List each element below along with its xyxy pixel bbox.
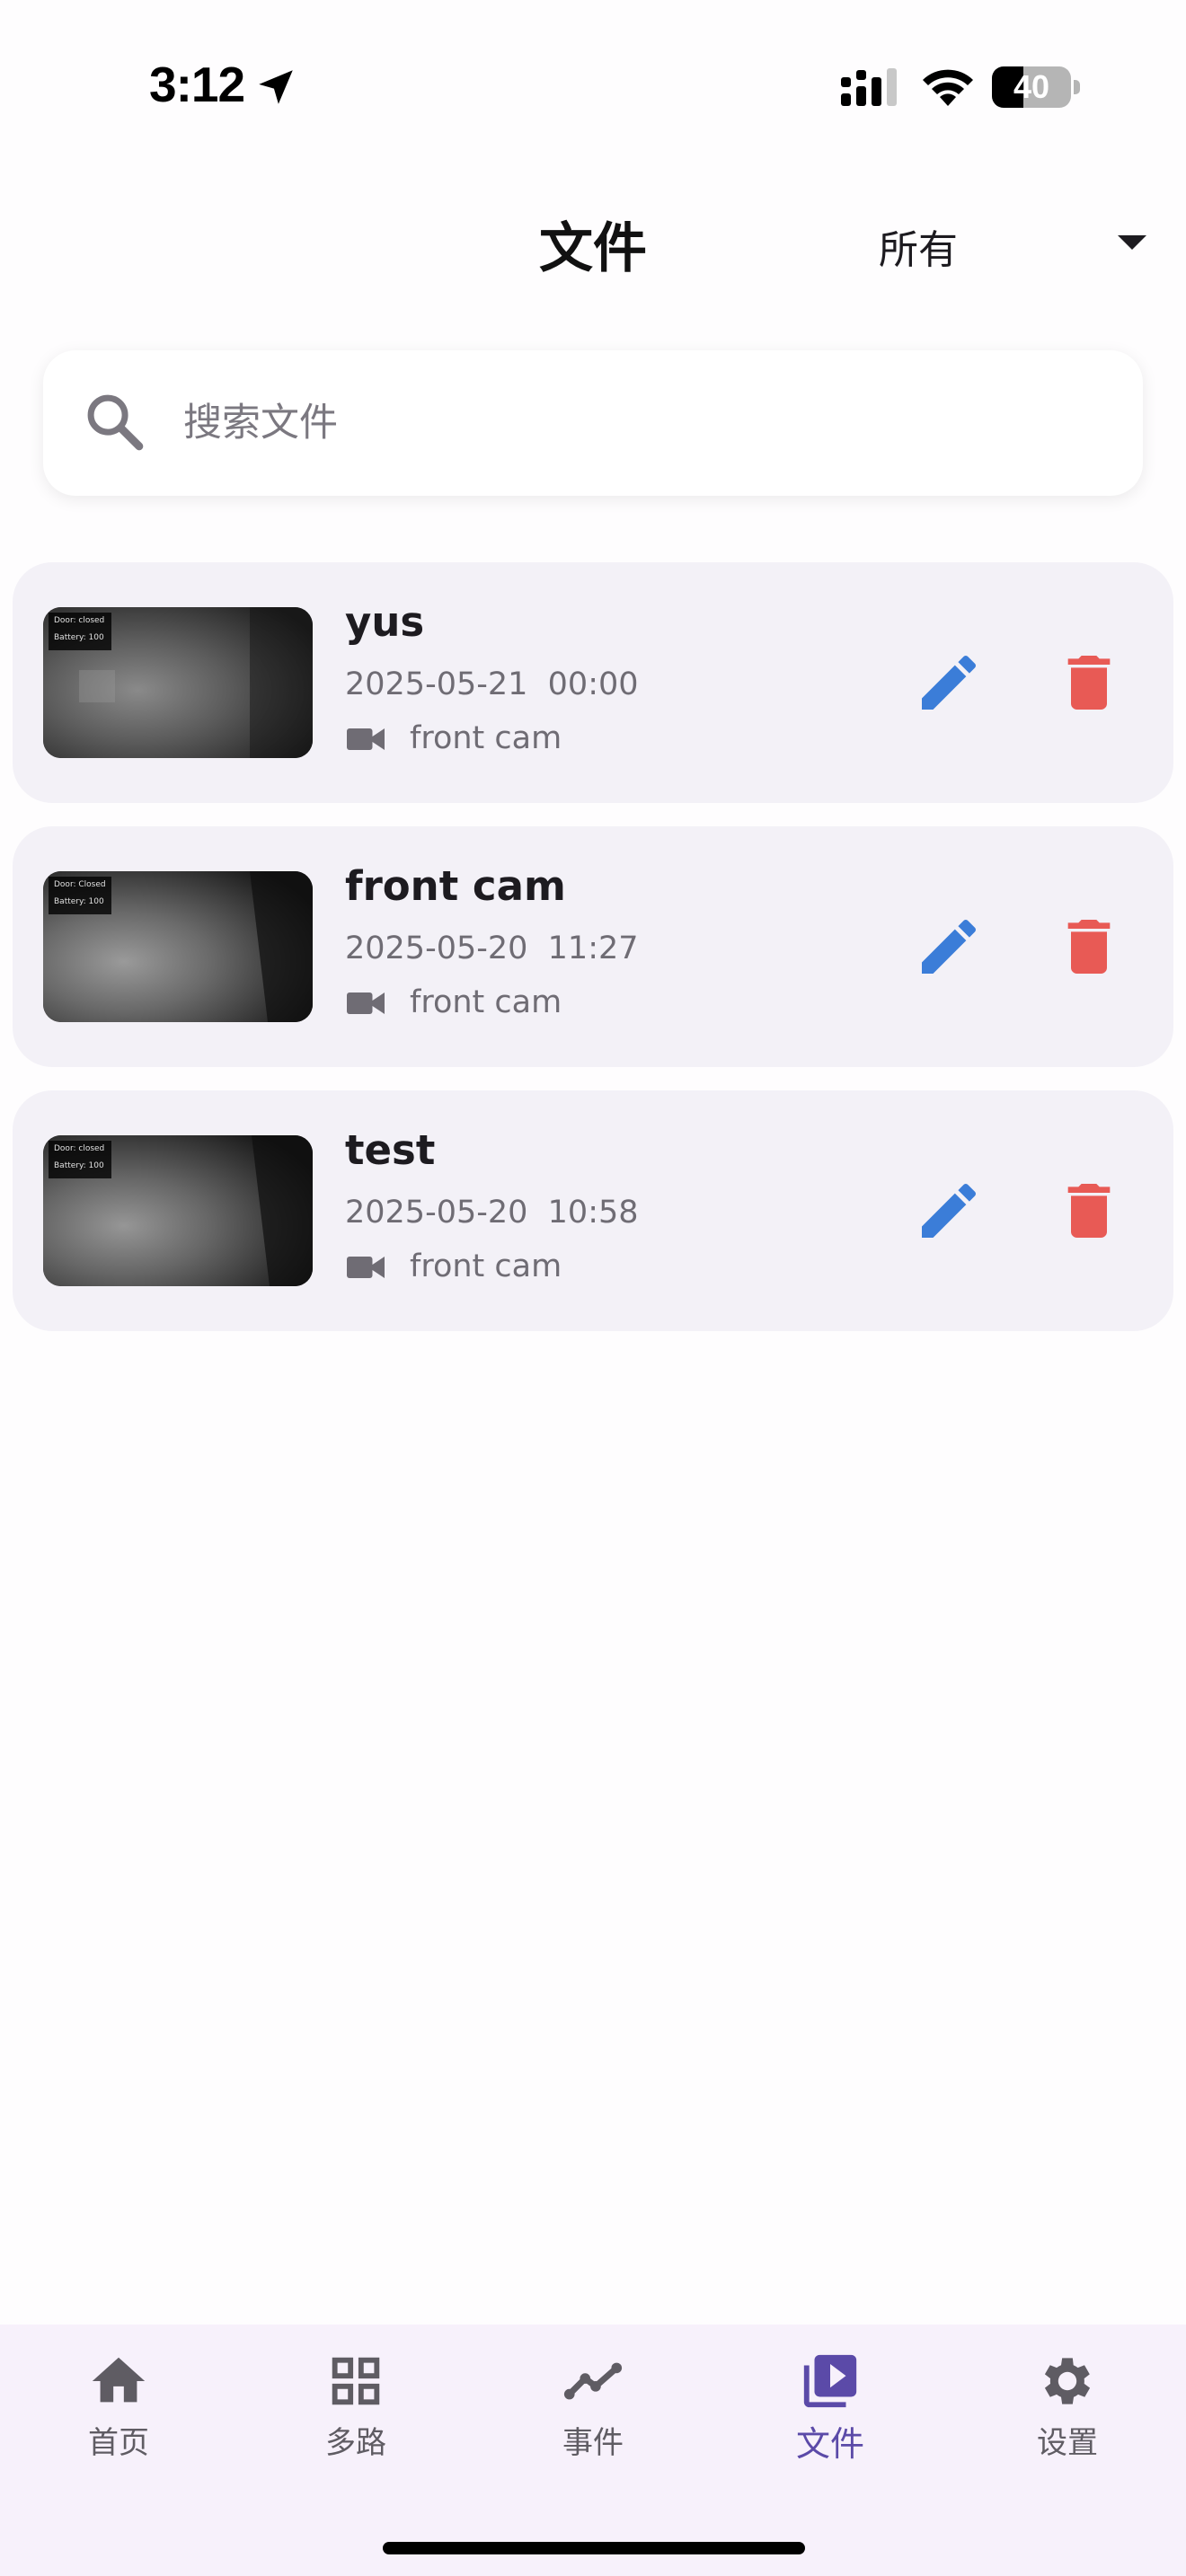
bottom-nav: 首页 多路 事件 文件 设置 — [0, 2325, 1186, 2576]
thumbnail-door-status: Door: closed — [54, 1144, 105, 1153]
gear-icon — [1044, 2358, 1091, 2404]
video-library-icon — [803, 2354, 857, 2408]
thumbnail-door-status: Door: Closed — [54, 880, 106, 889]
thumbnail-battery-status: Battery: 100 — [54, 633, 104, 642]
search-icon — [87, 394, 144, 451]
files-screen: 3:12 40 文件 所有 搜索文件 Door: closed Battery:… — [0, 0, 1186, 2576]
wifi-icon — [923, 69, 973, 106]
file-name: yus — [345, 598, 425, 646]
thumbnail-overlay: Door: closed Battery: 100 — [49, 1141, 111, 1178]
videocam-icon — [347, 728, 385, 750]
nav-label: 多路 — [325, 2425, 386, 2461]
thumbnail-overlay: Door: Closed Battery: 100 — [49, 877, 111, 914]
filter-value: 所有 — [879, 227, 958, 273]
location-arrow-icon — [259, 70, 293, 104]
search-box[interactable] — [43, 350, 1143, 496]
file-thumbnail[interactable]: Door: closed Battery: 100 — [43, 1135, 313, 1286]
home-icon — [92, 2357, 146, 2403]
camera-name: front cam — [410, 984, 562, 1020]
file-date: 2025-05-21 00:00 — [345, 666, 639, 702]
caret-down-icon — [1118, 235, 1146, 250]
battery-body: 40 — [992, 66, 1071, 108]
thumbnail-battery-status: Battery: 100 — [54, 897, 104, 906]
file-card[interactable]: Door: Closed Battery: 100 front cam 2025… — [13, 826, 1173, 1067]
nav-item-multiview[interactable]: 多路 — [248, 2350, 464, 2484]
nav-label: 首页 — [88, 2425, 149, 2461]
videocam-icon — [347, 1257, 385, 1278]
file-date: 2025-05-20 10:58 — [345, 1195, 639, 1231]
trend-icon — [563, 2362, 623, 2400]
file-card[interactable]: Door: closed Battery: 100 yus 2025-05-21… — [13, 562, 1173, 803]
grid-icon — [332, 2357, 380, 2405]
page-title: 文件 — [539, 217, 647, 280]
battery-percent: 40 — [1013, 68, 1050, 105]
file-card[interactable]: Door: closed Battery: 100 test 2025-05-2… — [13, 1090, 1173, 1331]
nav-label: 设置 — [1037, 2425, 1098, 2461]
delete-button[interactable] — [1053, 647, 1125, 719]
home-indicator — [383, 2542, 805, 2554]
nav-label: 事件 — [562, 2425, 624, 2461]
thumbnail-overlay: Door: closed Battery: 100 — [49, 613, 111, 650]
file-name: front cam — [345, 862, 566, 910]
battery-cap — [1074, 80, 1080, 94]
search-input[interactable] — [183, 386, 1100, 460]
file-thumbnail[interactable]: Door: Closed Battery: 100 — [43, 871, 313, 1022]
filter-dropdown[interactable]: 所有 — [863, 212, 1150, 275]
nav-item-settings[interactable]: 设置 — [960, 2350, 1175, 2484]
edit-button[interactable] — [913, 647, 985, 719]
delete-button[interactable] — [1053, 1175, 1125, 1247]
nav-label: 文件 — [795, 2424, 864, 2464]
camera-name: front cam — [410, 1248, 562, 1284]
file-date: 2025-05-20 11:27 — [345, 931, 639, 966]
nav-item-files[interactable]: 文件 — [722, 2350, 938, 2484]
delete-button[interactable] — [1053, 911, 1125, 983]
thumbnail-battery-status: Battery: 100 — [54, 1161, 104, 1170]
file-thumbnail[interactable]: Door: closed Battery: 100 — [43, 607, 313, 758]
nav-item-home[interactable]: 首页 — [11, 2350, 226, 2484]
battery-indicator: 40 — [992, 66, 1080, 108]
status-bar: 3:12 40 — [0, 0, 1186, 171]
nav-item-events[interactable]: 事件 — [485, 2350, 701, 2484]
file-name: test — [345, 1126, 436, 1174]
cellular-signal-icon — [841, 68, 897, 106]
thumbnail-door-status: Door: closed — [54, 616, 105, 625]
edit-button[interactable] — [913, 1175, 985, 1247]
camera-name: front cam — [410, 720, 562, 756]
videocam-icon — [347, 992, 385, 1014]
edit-button[interactable] — [913, 911, 985, 983]
status-time: 3:12 — [149, 57, 245, 112]
